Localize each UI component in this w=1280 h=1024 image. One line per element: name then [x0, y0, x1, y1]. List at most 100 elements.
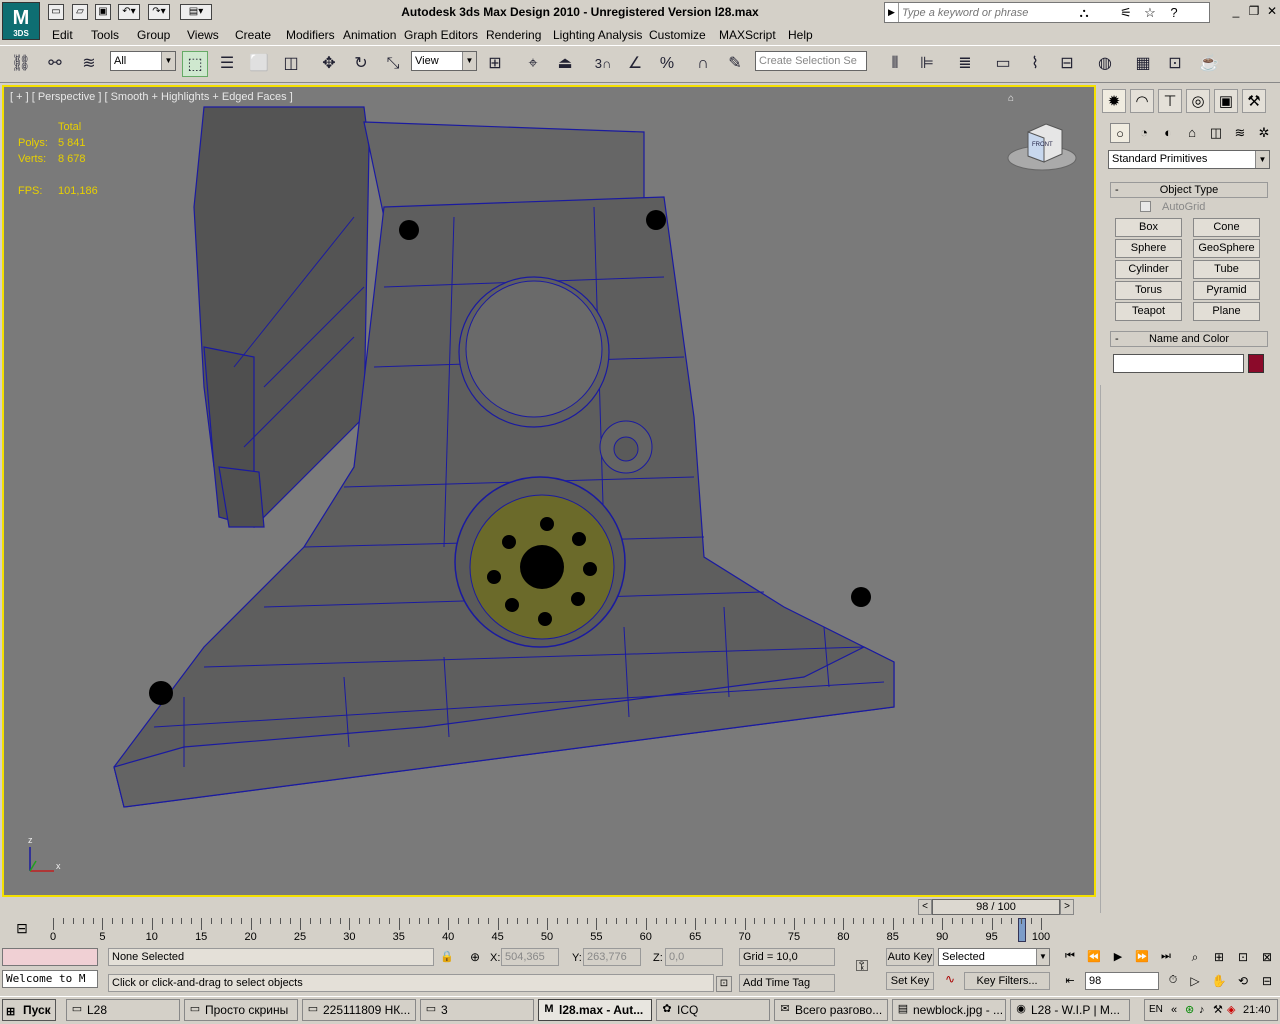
rectangular-selection-icon[interactable]: ⬜ [246, 51, 272, 77]
new-file-icon[interactable]: ▭ [48, 4, 64, 20]
communication-center-icon[interactable]: ⚟ [1117, 5, 1135, 21]
select-by-name-icon[interactable]: ☰ [214, 51, 240, 77]
menu-animation[interactable]: Animation [343, 28, 396, 42]
torus-button[interactable]: Torus [1115, 281, 1182, 300]
cameras-icon[interactable]: ⌂ [1182, 123, 1202, 143]
tray-expand-icon[interactable]: « [1171, 1000, 1177, 1020]
taskbar-item[interactable]: ✿ ICQ [656, 999, 770, 1021]
geosphere-button[interactable]: GeoSphere [1193, 239, 1260, 258]
add-time-tag-button[interactable]: Add Time Tag [739, 974, 835, 992]
snaps-toggle-icon[interactable]: 3∩ [590, 51, 616, 77]
search-input[interactable] [902, 6, 1062, 20]
close-icon[interactable]: ✕ [1264, 4, 1280, 18]
pyramid-button[interactable]: Pyramid [1193, 281, 1260, 300]
binoculars-icon[interactable]: ⛬ [1075, 5, 1093, 21]
time-slider-thumb[interactable]: 98 / 100 [932, 899, 1060, 915]
app-logo-button[interactable]: M 3DS [2, 2, 40, 40]
select-and-link-icon[interactable]: ⛓ [8, 51, 34, 77]
plane-button[interactable]: Plane [1193, 302, 1260, 321]
object-type-rollout[interactable]: - Object Type [1110, 182, 1268, 198]
maxscript-mini-listener-top[interactable] [2, 948, 98, 966]
open-file-icon[interactable]: ▱ [72, 4, 88, 20]
unlink-icon[interactable]: ⚯ [42, 51, 68, 77]
redo-icon[interactable]: ↷▾ [148, 4, 170, 20]
default-tangents-icon[interactable]: ∿ [940, 972, 960, 990]
percent-snap-icon[interactable]: % [654, 51, 680, 77]
help-icon[interactable]: ? [1165, 5, 1183, 21]
motion-tab-icon[interactable]: ◎ [1186, 89, 1210, 113]
selection-lock-icon[interactable]: 🔒 [440, 950, 454, 964]
menu-maxscript[interactable]: MAXScript [719, 28, 776, 42]
spinner-snap-icon[interactable]: ∩ [690, 51, 716, 77]
zoom-extents-icon[interactable]: ⊡ [1234, 950, 1252, 966]
maximize-viewport-icon[interactable]: ⊟ [1258, 974, 1276, 990]
name-and-color-rollout[interactable]: - Name and Color [1110, 331, 1268, 347]
hierarchy-tab-icon[interactable]: ⊤ [1158, 89, 1182, 113]
y-coord-field[interactable]: 263,776 [583, 948, 641, 966]
time-tag-icon[interactable]: ⊡ [716, 976, 732, 992]
modify-tab-icon[interactable]: ◠ [1130, 89, 1154, 113]
geometry-category-dropdown[interactable]: Standard Primitives ▼ [1108, 150, 1270, 169]
helpers-icon[interactable]: ◫ [1206, 123, 1226, 143]
favorites-star-icon[interactable]: ☆ [1141, 5, 1159, 21]
taskbar-item[interactable]: ▭ 225111809 НК... [302, 999, 416, 1021]
object-name-input[interactable] [1113, 354, 1244, 373]
object-color-swatch[interactable] [1248, 354, 1264, 373]
schematic-view-icon[interactable]: ⊟ [1054, 51, 1080, 77]
previous-frame-icon[interactable]: ⏪ [1084, 950, 1104, 966]
window-crossing-icon[interactable]: ◫ [278, 51, 304, 77]
align-icon[interactable]: ⊫ [914, 51, 940, 77]
menu-group[interactable]: Group [137, 28, 170, 42]
viewcube-home-icon[interactable]: ⌂ [1008, 93, 1018, 104]
render-production-icon[interactable]: ☕ [1196, 51, 1222, 77]
zoom-extents-all-icon[interactable]: ⊠ [1258, 950, 1276, 966]
auto-key-button[interactable]: Auto Key [886, 948, 934, 966]
pivot-center-icon[interactable]: ⊞ [482, 51, 508, 77]
x-coord-field[interactable]: 504,365 [501, 948, 559, 966]
edit-named-selection-icon[interactable]: ✎ [722, 51, 748, 77]
bind-space-warp-icon[interactable]: ≋ [76, 51, 102, 77]
taskbar-item-active[interactable]: Ml28.max - Aut... [538, 999, 652, 1021]
utilities-tab-icon[interactable]: ⚒ [1242, 89, 1266, 113]
set-key-icon[interactable]: ⚿ [848, 958, 876, 980]
geometry-icon[interactable]: ○ [1110, 123, 1130, 143]
project-folder-icon[interactable]: ▤▾ [180, 4, 212, 20]
viewcube[interactable]: FRONT [1006, 118, 1078, 174]
maxscript-mini-listener[interactable]: Welcome to M [2, 970, 98, 988]
material-editor-icon[interactable]: ◍ [1092, 51, 1118, 77]
select-and-rotate-icon[interactable]: ↻ [348, 51, 374, 77]
reference-coordinate-dropdown[interactable]: View ▼ [411, 51, 477, 71]
tray-volume-icon[interactable]: ♪ [1199, 1000, 1205, 1020]
tray-network-icon[interactable]: ⊛ [1185, 1000, 1194, 1020]
language-indicator[interactable]: EN [1149, 1000, 1163, 1020]
select-and-manipulate-icon[interactable]: ⌖ [520, 51, 546, 77]
rendered-frame-window-icon[interactable]: ⊡ [1162, 51, 1188, 77]
graphite-ribbon-icon[interactable]: ▭ [990, 51, 1016, 77]
select-and-scale-icon[interactable]: ⤡ [380, 51, 406, 77]
select-object-icon[interactable]: ⬚ [182, 51, 208, 77]
infocenter-search[interactable]: ▶ ⛬ ⚟ ☆ ? [884, 2, 1210, 23]
search-collapse-icon[interactable]: ▶ [885, 3, 899, 22]
set-key-button[interactable]: Set Key [886, 972, 934, 990]
keyboard-shortcut-override-icon[interactable]: ⏏ [552, 51, 578, 77]
systems-icon[interactable]: ✲ [1254, 123, 1274, 143]
field-of-view-icon[interactable]: ▷ [1186, 974, 1204, 990]
menu-views[interactable]: Views [187, 28, 219, 42]
taskbar-item[interactable]: ▤ newblock.jpg - ... [892, 999, 1006, 1021]
menu-tools[interactable]: Tools [91, 28, 119, 42]
lights-icon[interactable]: ◐ [1158, 123, 1178, 143]
orbit-icon[interactable]: ⟲ [1234, 974, 1252, 990]
box-button[interactable]: Box [1115, 218, 1182, 237]
play-icon[interactable]: ▶ [1108, 950, 1128, 966]
create-tab-icon[interactable]: ✹ [1102, 89, 1126, 113]
taskbar-item[interactable]: ✉ Всего разгово... [774, 999, 888, 1021]
select-and-move-icon[interactable]: ✥ [316, 51, 342, 77]
render-setup-icon[interactable]: ▦ [1130, 51, 1156, 77]
selection-filter-dropdown[interactable]: All ▼ [110, 51, 176, 71]
mirror-icon[interactable]: ⫴ [882, 51, 908, 77]
prev-frame-arrow[interactable]: < [918, 899, 932, 915]
space-warps-icon[interactable]: ≋ [1230, 123, 1250, 143]
menu-modifiers[interactable]: Modifiers [286, 28, 335, 42]
key-mode-dropdown[interactable]: Selected ▼ [938, 948, 1050, 966]
menu-edit[interactable]: Edit [52, 28, 73, 42]
